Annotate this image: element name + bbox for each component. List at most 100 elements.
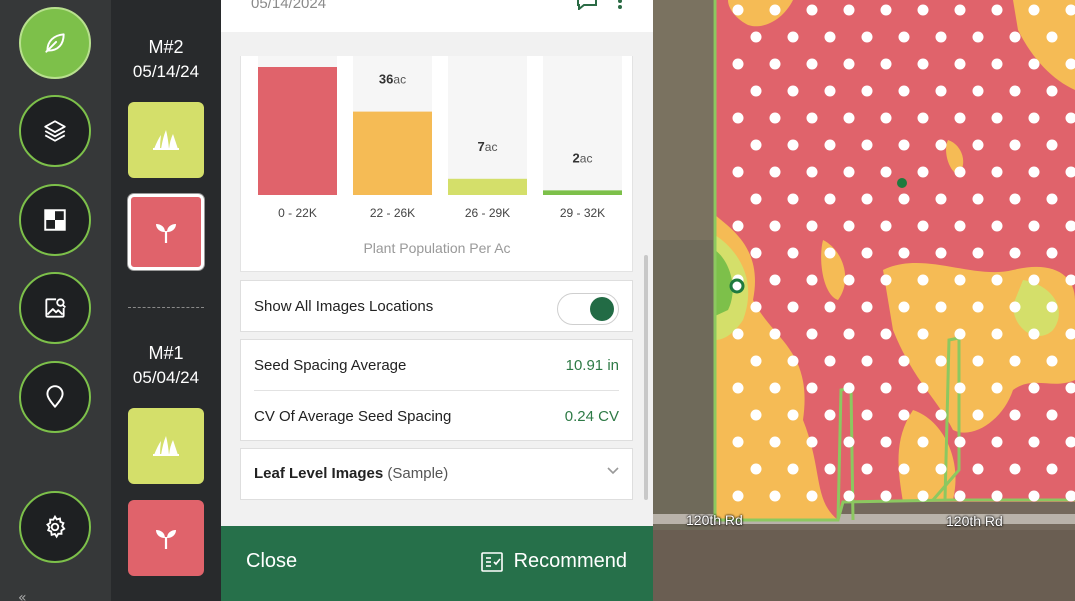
- map-sample-point[interactable]: [954, 112, 966, 124]
- map-sample-point[interactable]: [769, 490, 781, 502]
- map-sample-point[interactable]: [732, 166, 744, 178]
- map-sample-point[interactable]: [991, 328, 1003, 340]
- map-sample-point[interactable]: [787, 301, 799, 313]
- map-sample-point[interactable]: [972, 31, 984, 43]
- close-button[interactable]: Close: [246, 550, 297, 573]
- map-sample-point[interactable]: [861, 247, 873, 259]
- map-sample-point[interactable]: [1028, 4, 1040, 16]
- map-sample-point[interactable]: [880, 166, 892, 178]
- map-sample-point[interactable]: [991, 4, 1003, 16]
- map-sample-point[interactable]: [843, 274, 855, 286]
- map-sample-point[interactable]: [917, 274, 929, 286]
- map-sample-point[interactable]: [769, 4, 781, 16]
- map-sample-point[interactable]: [1028, 220, 1040, 232]
- map-sample-point[interactable]: [1046, 31, 1058, 43]
- nav-layers-button[interactable]: [19, 95, 91, 167]
- map-sample-point[interactable]: [732, 382, 744, 394]
- map-sample-point[interactable]: [787, 247, 799, 259]
- map-sample-point[interactable]: [898, 409, 910, 421]
- map-sample-point[interactable]: [917, 58, 929, 70]
- map-sample-point[interactable]: [972, 409, 984, 421]
- map-sample-point[interactable]: [750, 301, 762, 313]
- map-sample-point[interactable]: [954, 4, 966, 16]
- map-sample-point[interactable]: [917, 436, 929, 448]
- map-sample-point[interactable]: [972, 247, 984, 259]
- panel-scrollbar[interactable]: [644, 255, 648, 500]
- show-images-toggle[interactable]: [557, 293, 619, 325]
- map-sample-point[interactable]: [1028, 58, 1040, 70]
- map-sample-point[interactable]: [732, 112, 744, 124]
- nav-location-button[interactable]: [19, 361, 91, 433]
- map-sample-point[interactable]: [935, 463, 947, 475]
- map-sample-point[interactable]: [880, 328, 892, 340]
- map-sample-point[interactable]: [843, 490, 855, 502]
- mission-2-population-tile[interactable]: [128, 194, 204, 270]
- map-sample-point[interactable]: [991, 166, 1003, 178]
- map-sample-point[interactable]: [880, 436, 892, 448]
- map-sample-point[interactable]: [954, 220, 966, 232]
- mission-1-stand-tile[interactable]: [128, 408, 204, 484]
- map-sample-point[interactable]: [861, 31, 873, 43]
- map-sample-point[interactable]: [1046, 409, 1058, 421]
- map-sample-point[interactable]: [917, 328, 929, 340]
- map-sample-point[interactable]: [769, 220, 781, 232]
- map-sample-point[interactable]: [824, 85, 836, 97]
- map-sample-point[interactable]: [750, 139, 762, 151]
- map-sample-point[interactable]: [991, 436, 1003, 448]
- map-sample-point[interactable]: [787, 139, 799, 151]
- chart-bar[interactable]: [543, 190, 622, 195]
- map-sample-point[interactable]: [991, 220, 1003, 232]
- map-sample-point[interactable]: [1009, 85, 1021, 97]
- map-sample-point[interactable]: [972, 139, 984, 151]
- map-sample-point[interactable]: [750, 409, 762, 421]
- map-sample-point[interactable]: [806, 382, 818, 394]
- map-sample-point[interactable]: [787, 409, 799, 421]
- map-sample-point[interactable]: [769, 112, 781, 124]
- map-sample-point[interactable]: [843, 166, 855, 178]
- map-sample-point[interactable]: [732, 436, 744, 448]
- map-sample-point[interactable]: [824, 31, 836, 43]
- map-sample-point[interactable]: [806, 490, 818, 502]
- map-sample-point[interactable]: [769, 382, 781, 394]
- map-sample-point[interactable]: [917, 220, 929, 232]
- map-sample-point[interactable]: [954, 274, 966, 286]
- map-sample-point[interactable]: [1009, 193, 1021, 205]
- map-sample-point[interactable]: [787, 31, 799, 43]
- map-sample-point[interactable]: [769, 166, 781, 178]
- map-sample-point[interactable]: [1046, 247, 1058, 259]
- map-sample-point[interactable]: [917, 166, 929, 178]
- map-sample-point[interactable]: [1046, 463, 1058, 475]
- map-sample-point[interactable]: [1028, 382, 1040, 394]
- map-sample-point[interactable]: [972, 85, 984, 97]
- map-sample-point[interactable]: [861, 409, 873, 421]
- map-sample-point[interactable]: [880, 58, 892, 70]
- map-sample-point[interactable]: [769, 436, 781, 448]
- map-sample-point[interactable]: [991, 382, 1003, 394]
- map-sample-point[interactable]: [972, 193, 984, 205]
- map-sample-point[interactable]: [843, 58, 855, 70]
- map-sample-point[interactable]: [769, 58, 781, 70]
- map-sample-point[interactable]: [1009, 301, 1021, 313]
- map-sample-point[interactable]: [861, 139, 873, 151]
- map-sample-point[interactable]: [917, 112, 929, 124]
- map-sample-point[interactable]: [917, 490, 929, 502]
- map-sample-point[interactable]: [880, 4, 892, 16]
- map-sample-point[interactable]: [935, 301, 947, 313]
- map-sample-point[interactable]: [898, 85, 910, 97]
- map-sample-point[interactable]: [732, 58, 744, 70]
- map-sample-point[interactable]: [843, 436, 855, 448]
- map-sample-point[interactable]: [954, 436, 966, 448]
- map-sample-point[interactable]: [1009, 31, 1021, 43]
- map-sample-point[interactable]: [806, 328, 818, 340]
- nav-image-search-button[interactable]: [19, 272, 91, 344]
- map-sample-point[interactable]: [935, 409, 947, 421]
- map-sample-point[interactable]: [898, 463, 910, 475]
- map-sample-point[interactable]: [935, 85, 947, 97]
- map-sample-point[interactable]: [843, 112, 855, 124]
- map-sample-point[interactable]: [991, 58, 1003, 70]
- map-sample-point[interactable]: [954, 166, 966, 178]
- map-sample-point[interactable]: [954, 382, 966, 394]
- map-sample-point[interactable]: [843, 382, 855, 394]
- map-sample-point[interactable]: [917, 4, 929, 16]
- map-sample-point[interactable]: [1046, 301, 1058, 313]
